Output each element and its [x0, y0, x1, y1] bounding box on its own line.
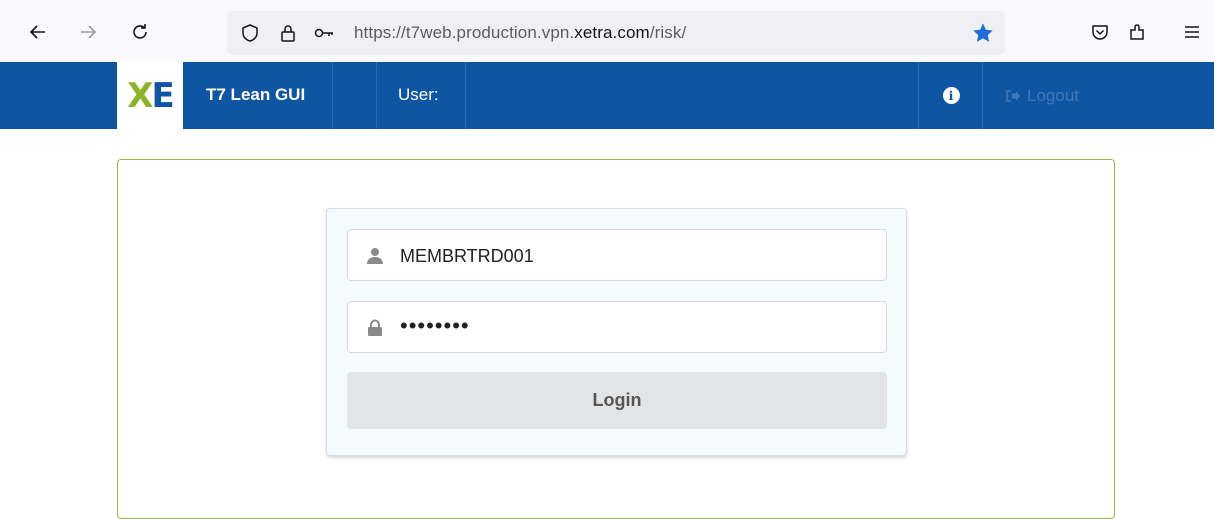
password-value: ••••••••	[400, 313, 470, 338]
url-text[interactable]: https://t7web.production.vpn.xetra.com/r…	[354, 23, 686, 43]
bookmark-star-icon[interactable]	[971, 21, 995, 45]
user-icon	[367, 248, 383, 264]
nav-divider	[332, 62, 333, 129]
info-button[interactable]: i	[920, 62, 982, 129]
pocket-icon[interactable]	[1087, 19, 1113, 45]
url-domain: xetra.com	[574, 23, 650, 42]
logo-letter-x: X	[127, 75, 153, 116]
reload-button[interactable]	[126, 18, 154, 46]
key-icon[interactable]	[313, 22, 335, 44]
lock-icon[interactable]	[277, 22, 299, 44]
nav-divider	[918, 62, 919, 129]
app-navbar: XE T7 Lean GUI User: i Logout	[0, 62, 1214, 129]
sign-out-icon	[1006, 89, 1020, 102]
app-title[interactable]: T7 Lean GUI	[206, 85, 305, 105]
info-icon: i	[942, 87, 960, 104]
lock-icon	[368, 319, 382, 336]
login-card: MEMBRTRD001 •••••••• Login	[326, 208, 907, 456]
logo-letter-e: E	[151, 75, 174, 116]
back-button[interactable]	[24, 18, 52, 46]
password-field[interactable]: ••••••••	[347, 301, 887, 353]
xe-logo[interactable]: XE	[117, 62, 183, 129]
nav-divider	[376, 62, 377, 129]
logout-button[interactable]: Logout	[983, 62, 1103, 129]
login-button[interactable]: Login	[347, 372, 887, 429]
reload-icon	[133, 24, 147, 39]
browser-toolbar: https://t7web.production.vpn.xetra.com/r…	[0, 0, 1214, 62]
back-arrow-icon	[29, 25, 45, 39]
username-field[interactable]: MEMBRTRD001	[347, 229, 887, 281]
url-bar[interactable]: https://t7web.production.vpn.xetra.com/r…	[227, 11, 1005, 55]
nav-divider	[465, 62, 466, 129]
logout-label: Logout	[1027, 85, 1079, 105]
menu-icon[interactable]	[1179, 19, 1205, 45]
forward-button[interactable]	[74, 18, 102, 46]
url-prefix: https://t7web.production.vpn.	[354, 23, 575, 42]
extensions-icon[interactable]	[1124, 19, 1150, 45]
user-label: User:	[398, 85, 439, 104]
url-suffix: /risk/	[649, 23, 687, 42]
forward-arrow-icon	[81, 25, 97, 39]
shield-icon[interactable]	[239, 22, 261, 44]
username-value: MEMBRTRD001	[400, 246, 534, 266]
